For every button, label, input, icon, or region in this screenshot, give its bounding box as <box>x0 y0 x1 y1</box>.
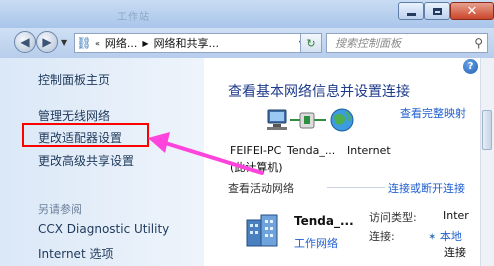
page-title: 查看基本网络信息并设置连接 <box>228 84 410 100</box>
refresh-button[interactable]: ↻ <box>300 33 322 53</box>
connect-disconnect-link[interactable]: 连接或断开连接 <box>388 180 465 196</box>
router-icon[interactable] <box>299 112 315 129</box>
network-folder-icon: ⛓ <box>76 36 92 50</box>
map-node-internet: Internet <box>347 144 391 157</box>
breadcrumb-separator-icon[interactable]: ▶ <box>142 39 148 48</box>
change-advanced-sharing-link[interactable]: 更改高级共享设置 <box>38 152 134 169</box>
active-networks-label: 查看活动网络 <box>228 182 294 195</box>
close-icon: ✕ <box>466 3 478 19</box>
refresh-icon: ↻ <box>306 36 316 50</box>
globe-icon[interactable] <box>330 108 354 132</box>
map-node-computer: FEIFEI-PC <box>230 144 282 157</box>
scrollbar-thumb[interactable] <box>482 110 492 150</box>
view-full-map-link[interactable]: 查看完整映射 <box>400 105 466 121</box>
vertical-scrollbar[interactable] <box>480 58 494 266</box>
map-node-router: Tenda_... <box>287 144 336 157</box>
connection-value[interactable]: ✶ 本地 <box>428 228 462 244</box>
address-bar[interactable]: ⛓ « 网络... ▶ 网络和共享... ▼ <box>74 33 312 53</box>
network-building-icon <box>246 214 278 247</box>
access-type-label: 访问类型: <box>369 211 417 224</box>
navigation-bar: ◀ ▶ ▼ ⛓ « 网络... ▶ 网络和共享... ▼ ↻ 搜索控制面板 ⚲ <box>0 28 494 58</box>
minimize-button[interactable] <box>398 2 424 20</box>
network-type-link[interactable]: 工作网络 <box>294 235 338 251</box>
help-icon[interactable]: ? <box>463 59 478 74</box>
annotation-highlight-box <box>22 123 149 147</box>
access-type-value: Inter <box>443 209 469 222</box>
breadcrumb-network[interactable]: 网络... <box>105 35 138 51</box>
search-icon: ⚲ <box>474 36 483 50</box>
window-title: 工作站 <box>117 12 150 23</box>
computer-icon[interactable] <box>267 109 287 130</box>
forward-arrow-icon: ▶ <box>42 35 52 49</box>
breadcrumb-overflow[interactable]: « <box>95 39 100 48</box>
network-map <box>267 108 354 132</box>
active-network-name: Tenda_... <box>294 214 354 228</box>
forward-button[interactable]: ▶ <box>36 31 58 53</box>
connection-value-line2[interactable]: 连接 <box>444 244 466 260</box>
ccx-diagnostic-link[interactable]: CCX Diagnostic Utility <box>38 222 169 236</box>
maximize-button[interactable] <box>424 2 450 20</box>
map-node-computer-note: (此计算机) <box>230 161 283 174</box>
maximize-icon <box>432 7 442 15</box>
recent-pages-dropdown-icon[interactable]: ▼ <box>61 38 67 47</box>
section-divider <box>327 187 385 188</box>
wireless-signal-icon: ✶ <box>428 232 437 243</box>
back-button[interactable]: ◀ <box>14 31 36 53</box>
minimize-icon <box>406 12 416 16</box>
see-also-header: 另请参阅 <box>38 203 82 216</box>
close-button[interactable]: ✕ <box>450 2 494 20</box>
internet-options-link[interactable]: Internet 选项 <box>38 245 113 262</box>
control-panel-home-link[interactable]: 控制面板主页 <box>38 71 110 88</box>
breadcrumb-sharing-center[interactable]: 网络和共享... <box>154 35 220 51</box>
connection-value-line1[interactable]: 本地 <box>440 230 462 243</box>
search-placeholder: 搜索控制面板 <box>335 37 401 50</box>
title-bar: 工作站 ✕ <box>0 0 494 28</box>
back-arrow-icon: ◀ <box>20 35 30 49</box>
manage-wireless-networks-link[interactable]: 管理无线网络 <box>38 107 110 124</box>
connection-label: 连接: <box>369 230 395 243</box>
search-input[interactable]: 搜索控制面板 ⚲ <box>326 33 488 53</box>
